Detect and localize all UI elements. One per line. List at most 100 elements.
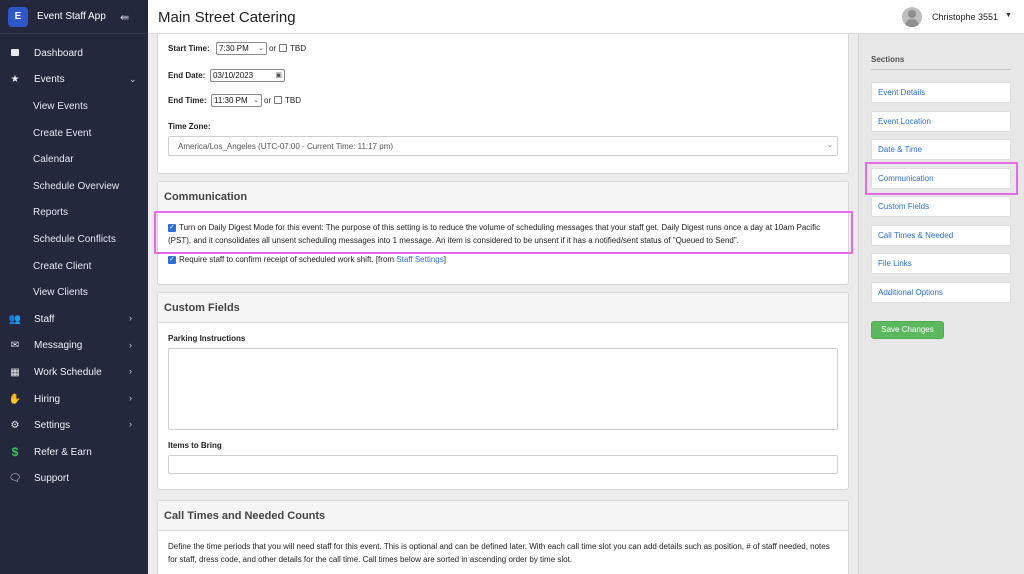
sidebar-item-messaging[interactable]: ✉ Messaging ›: [0, 333, 148, 360]
sidebar-item-create-client[interactable]: Create Client: [0, 253, 148, 280]
page-title: Main Street Catering: [158, 9, 296, 26]
sidebar-item-label: Create Client: [33, 260, 92, 272]
sidebar-item-label: Events: [34, 74, 65, 86]
end-date-input[interactable]: 03/10/2023 ▣: [210, 69, 285, 82]
dashboard-icon: [8, 48, 22, 59]
call-times-description: Define the time periods that you will ne…: [168, 542, 830, 564]
sidebar-item-label: Schedule Conflicts: [33, 233, 116, 245]
sidebar-item-view-events[interactable]: View Events: [0, 93, 148, 120]
calendar-picker-icon: ▣: [275, 72, 282, 79]
divider: [871, 69, 1011, 70]
sidebar-item-label: Settings: [34, 420, 71, 432]
sidebar-item-label: View Clients: [33, 287, 88, 299]
section-link-date-time[interactable]: Date & Time: [871, 139, 1011, 160]
section-link-call-times[interactable]: Call Times & Needed: [871, 225, 1011, 246]
section-link-event-details[interactable]: Event Details: [871, 82, 1011, 103]
section-link-additional-options[interactable]: Additional Options: [871, 282, 1011, 303]
start-time-label: Start Time:: [168, 44, 210, 53]
end-time-tbd-checkbox[interactable]: [274, 96, 282, 104]
end-time-label: End Time:: [168, 96, 207, 105]
confirm-shift-close: ]: [443, 255, 446, 264]
confirm-shift-checkbox[interactable]: [168, 255, 176, 264]
top-header: Main Street Catering Christophe 3551 ▼: [148, 0, 1024, 34]
sidebar-item-events[interactable]: ★ Events ⌄: [0, 67, 148, 94]
gear-icon: ⚙: [10, 420, 20, 432]
chevron-right-icon: ›: [129, 419, 132, 430]
end-time-tbd-label: TBD: [285, 96, 301, 105]
sidebar-item-label: Create Event: [33, 127, 92, 139]
app-name: Event Staff App: [37, 11, 106, 22]
sections-title: Sections: [871, 55, 905, 64]
support-icon: 🗨: [8, 473, 22, 485]
items-to-bring-label: Items to Bring: [168, 441, 222, 450]
sidebar: E Event Staff App ⇚ Dashboard ★ Events ⌄…: [0, 0, 148, 574]
daily-digest-highlight: [154, 211, 853, 254]
user-menu-name[interactable]: Christophe 3551: [932, 12, 998, 22]
end-date-value: 03/10/2023: [213, 71, 254, 80]
sidebar-item-support[interactable]: 🗨 Support: [0, 466, 148, 493]
confirm-shift-label: Require staff to confirm receipt of sche…: [179, 255, 395, 264]
section-link-custom-fields[interactable]: Custom Fields: [871, 196, 1011, 217]
sidebar-item-staff[interactable]: 👥 Staff ›: [0, 306, 148, 333]
sidebar-item-schedule-conflicts[interactable]: Schedule Conflicts: [0, 226, 148, 253]
parking-instructions-label: Parking Instructions: [168, 334, 246, 343]
chevron-right-icon: ›: [129, 312, 132, 323]
timezone-value: America/Los_Angeles (UTC-07:00 - Current…: [178, 142, 394, 151]
chevron-right-icon: ›: [129, 366, 132, 377]
sidebar-item-label: Dashboard: [34, 47, 83, 59]
sidebar-item-schedule-overview[interactable]: Schedule Overview: [0, 173, 148, 200]
sidebar-item-hiring[interactable]: ✋ Hiring ›: [0, 386, 148, 413]
sidebar-item-label: Support: [34, 473, 70, 485]
hand-icon: ✋: [8, 393, 22, 405]
date-time-card: Start Time: 7:30 PM ⌄ or TBD End Date: 03…: [157, 34, 849, 174]
save-changes-button[interactable]: Save Changes: [871, 321, 944, 339]
end-time-select[interactable]: 11:30 PM ⌄: [211, 94, 262, 107]
parking-instructions-textarea[interactable]: [168, 348, 838, 430]
sidebar-item-label: Staff: [34, 313, 55, 325]
sidebar-item-label: Calendar: [33, 154, 74, 166]
chevron-right-icon: ›: [129, 339, 132, 350]
chevron-right-icon: ›: [129, 392, 132, 403]
call-times-title: Call Times and Needed Counts: [158, 501, 848, 531]
sidebar-item-create-event[interactable]: Create Event: [0, 120, 148, 147]
call-times-card: Call Times and Needed Counts Define the …: [157, 500, 849, 574]
sidebar-item-label: View Events: [33, 100, 88, 112]
caret-down-icon[interactable]: ▼: [1005, 12, 1012, 19]
staff-settings-link[interactable]: Staff Settings: [396, 255, 443, 264]
chevron-down-icon: ⌄: [827, 142, 833, 149]
chevron-down-icon: ⌄: [129, 73, 137, 84]
sidebar-item-work-schedule[interactable]: ▦ Work Schedule ›: [0, 359, 148, 386]
sidebar-item-refer-earn[interactable]: $ Refer & Earn: [0, 439, 148, 466]
chevron-down-icon: ⌄: [258, 45, 264, 52]
collapse-sidebar-icon[interactable]: ⇚: [120, 11, 129, 24]
envelope-icon: ✉: [10, 340, 20, 352]
communication-title: Communication: [158, 182, 848, 212]
start-time-tbd-label: TBD: [290, 44, 306, 53]
avatar[interactable]: [902, 7, 922, 27]
sidebar-item-calendar[interactable]: Calendar: [0, 146, 148, 173]
sidebar-item-dashboard[interactable]: Dashboard: [0, 40, 148, 67]
sidebar-item-label: Schedule Overview: [33, 180, 120, 192]
timezone-label: Time Zone:: [168, 122, 211, 131]
section-link-event-location[interactable]: Event Location: [871, 111, 1011, 132]
users-icon: 👥: [8, 313, 22, 325]
custom-fields-title: Custom Fields: [158, 293, 848, 323]
start-time-tbd-checkbox[interactable]: [279, 44, 287, 52]
items-to-bring-input[interactable]: [168, 455, 838, 474]
main-content: Start Time: 7:30 PM ⌄ or TBD End Date: 03…: [148, 34, 858, 574]
communication-link-highlight: [865, 162, 1018, 195]
start-time-select[interactable]: 7:30 PM ⌄: [216, 42, 267, 55]
section-link-file-links[interactable]: File Links: [871, 253, 1011, 274]
sidebar-item-label: Refer & Earn: [34, 446, 92, 458]
sidebar-item-view-clients[interactable]: View Clients: [0, 279, 148, 306]
sidebar-item-label: Reports: [33, 207, 69, 219]
sidebar-item-reports[interactable]: Reports: [0, 200, 148, 227]
sidebar-item-label: Work Schedule: [34, 366, 102, 378]
sidebar-nav: Dashboard ★ Events ⌄ View Events Create …: [0, 34, 148, 492]
star-icon: ★: [10, 74, 20, 86]
sidebar-item-label: Hiring: [34, 393, 61, 405]
calendar-icon: ▦: [10, 366, 20, 378]
end-date-label: End Date:: [168, 71, 206, 80]
sidebar-item-settings[interactable]: ⚙ Settings ›: [0, 412, 148, 439]
timezone-select[interactable]: America/Los_Angeles (UTC-07:00 - Current…: [168, 136, 838, 156]
